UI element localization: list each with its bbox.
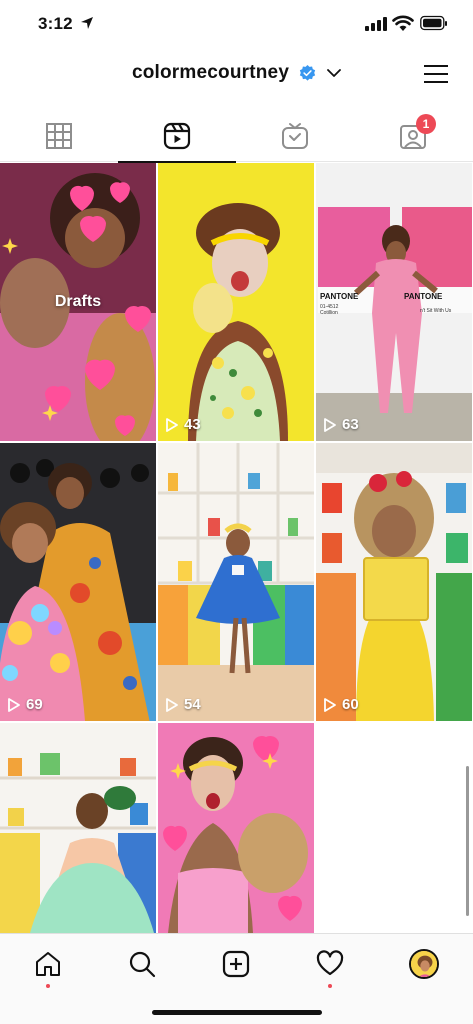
menu-icon[interactable] (423, 62, 449, 86)
play-icon (324, 417, 336, 432)
home-indicator (152, 1010, 322, 1015)
reel-thumbnail (0, 443, 156, 721)
play-icon (8, 697, 20, 712)
reel-tile-drafts[interactable]: Drafts (0, 163, 156, 441)
nav-create[interactable] (216, 944, 256, 984)
reel-tile[interactable] (0, 723, 156, 933)
play-count: 69 (8, 696, 43, 713)
home-icon (36, 952, 60, 976)
account-switcher[interactable]: colormecourtney (0, 62, 473, 84)
verified-badge-icon (299, 64, 315, 81)
reel-tile[interactable]: PANTONE 01-4512 Cotillion PANTONE n't Si… (316, 163, 472, 441)
status-time: 3:12 (38, 14, 73, 33)
reel-tile[interactable]: 43 (158, 163, 314, 441)
reel-thumbnail (158, 443, 314, 721)
battery-icon (420, 15, 447, 31)
tab-grid[interactable] (0, 110, 118, 162)
pantone-label: PANTONE (404, 292, 443, 301)
reels-icon (163, 122, 191, 150)
igtv-icon (282, 123, 308, 149)
reel-thumbnail: PANTONE 01-4512 Cotillion PANTONE n't Si… (316, 163, 472, 441)
play-icon (324, 697, 336, 712)
signal-icon (365, 17, 387, 31)
search-icon (129, 951, 156, 978)
reel-thumbnail (316, 443, 472, 721)
drafts-label: Drafts (54, 293, 102, 310)
chevron-down-icon (327, 69, 341, 77)
reels-grid: Drafts 43 PANTONE 01-4512 Cotillion PANT… (0, 163, 473, 933)
pantone-label: PANTONE (320, 292, 359, 301)
bottom-nav (0, 933, 473, 1024)
nav-search[interactable] (122, 944, 162, 984)
reel-tile[interactable]: 69 (0, 443, 156, 721)
nav-profile[interactable] (404, 944, 444, 984)
username: colormecourtney (131, 62, 290, 83)
empty-slot (316, 723, 472, 933)
plus-square-icon (222, 950, 250, 978)
play-icon (166, 697, 178, 712)
grid-divider (314, 163, 316, 933)
notification-dot (328, 984, 332, 988)
tab-tagged[interactable]: 1 (354, 110, 472, 162)
status-bar: 3:12 (0, 0, 473, 50)
play-count: 43 (166, 416, 201, 433)
tab-reels[interactable] (118, 110, 236, 163)
reel-tile[interactable] (158, 723, 314, 933)
notification-dot (46, 984, 50, 988)
profile-header: colormecourtney (0, 50, 473, 106)
reel-thumbnail (158, 723, 314, 933)
play-count: 54 (166, 696, 201, 713)
reel-thumbnail (158, 163, 314, 441)
grid-icon (46, 123, 72, 149)
play-icon (166, 417, 178, 432)
notification-badge: 1 (416, 114, 436, 134)
location-arrow-icon (81, 17, 93, 29)
scrollbar[interactable] (466, 766, 469, 916)
play-count: 60 (324, 696, 359, 713)
profile-tabs: 1 (0, 110, 473, 163)
pantone-name: Cotillion (320, 310, 338, 316)
pantone-name: n't Sit With Us (420, 308, 452, 314)
nav-activity[interactable] (310, 944, 350, 988)
heart-icon (316, 950, 344, 976)
reel-thumbnail (0, 723, 156, 933)
nav-home[interactable] (28, 944, 68, 988)
wifi-icon (392, 15, 414, 31)
grid-divider (156, 163, 158, 933)
avatar-image (411, 951, 437, 977)
reel-tile[interactable]: 60 (316, 443, 472, 721)
reel-tile[interactable]: 54 (158, 443, 314, 721)
avatar (409, 949, 439, 979)
play-count: 63 (324, 416, 359, 433)
tab-igtv[interactable] (236, 110, 354, 162)
